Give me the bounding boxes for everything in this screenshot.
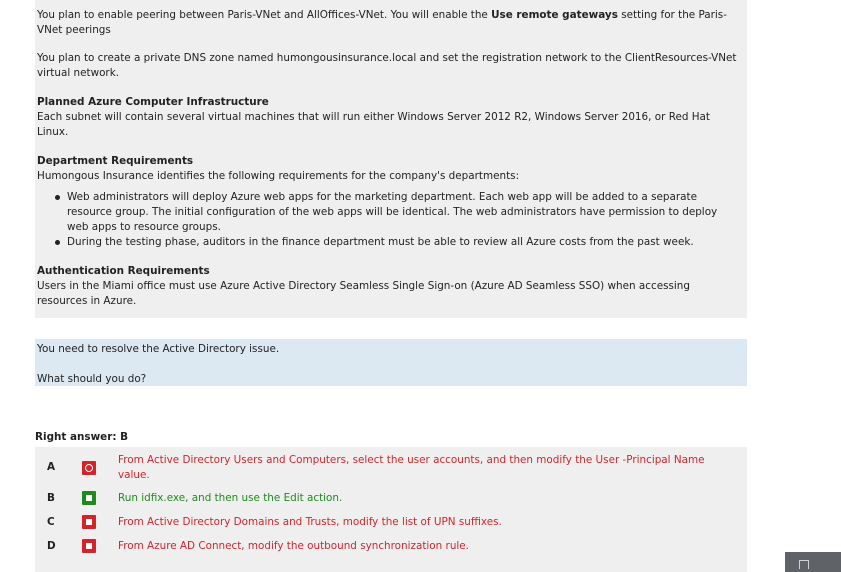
list-item: Web administrators will deploy Azure web… (55, 190, 739, 235)
answer-text: Run idfix.exe, and then use the Edit act… (118, 492, 343, 504)
dept-intro: Humongous Insurance identifies the follo… (37, 170, 520, 182)
answer-letter: A (47, 461, 56, 473)
print-icon (799, 560, 809, 569)
dept-requirements-list: Web administrators will deploy Azure web… (37, 190, 739, 250)
question-statement: You need to resolve the Active Directory… (37, 343, 280, 355)
list-item: During the testing phase, auditors in th… (55, 235, 739, 250)
answer-letter: C (47, 516, 55, 528)
question-panel: You need to resolve the Active Directory… (35, 339, 747, 386)
infra-heading: Planned Azure Computer Infrastructure (37, 96, 269, 108)
scenario-peering-paragraph: You plan to enable peering between Paris… (37, 8, 739, 38)
checkbox-wrong-icon[interactable] (82, 515, 96, 529)
scenario-dns-paragraph: You plan to create a private DNS zone na… (37, 52, 737, 79)
radio-selected-icon[interactable] (82, 461, 96, 475)
checkbox-correct-icon[interactable] (82, 491, 96, 505)
auth-heading: Authentication Requirements (37, 265, 210, 277)
answer-letter: D (47, 540, 56, 552)
auth-text: Users in the Miami office must use Azure… (37, 280, 690, 307)
answer-options: A From Active Directory Users and Comput… (35, 447, 747, 572)
question-prompt: What should you do? (37, 373, 147, 385)
right-answer-label: Right answer: B (35, 431, 129, 443)
scenario-peering-text-before: You plan to enable peering between Paris… (37, 9, 492, 21)
infra-text: Each subnet will contain several virtual… (37, 111, 710, 138)
answer-text: From Active Directory Users and Computer… (118, 454, 705, 481)
answer-text: From Azure AD Connect, modify the outbou… (118, 540, 469, 552)
scenario-peering-setting: Use remote gateways (491, 9, 618, 21)
print-button[interactable] (785, 552, 841, 572)
answer-text: From Active Directory Domains and Trusts… (118, 516, 502, 528)
case-study-panel: You plan to enable peering between Paris… (35, 0, 747, 318)
checkbox-wrong-icon[interactable] (82, 539, 96, 553)
answer-letter: B (47, 492, 55, 504)
dept-heading: Department Requirements (37, 155, 194, 167)
